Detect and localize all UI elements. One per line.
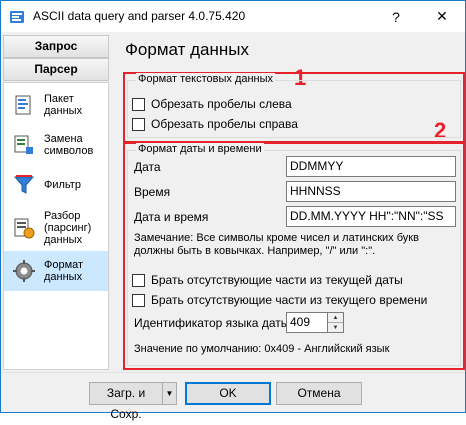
lang-id-label: Идентификатор языка даты [134,316,290,330]
package-icon [15,95,31,115]
group-title: Формат даты и времени [136,143,264,155]
text-format-group: Формат текстовых данных Обрезать пробелы… [127,73,461,138]
checkbox-box[interactable] [132,293,145,307]
gear-icon [13,260,35,282]
parse-icon [14,218,35,239]
date-format-input[interactable]: DDMMYY [286,156,456,177]
date-label: Дата [134,160,161,174]
page-title: Формат данных [125,40,249,59]
sidebar-item-label: Замена символов [44,133,94,157]
datetime-label: Дата и время [134,210,209,224]
sidebar-item-data-format[interactable]: Формат данных [4,251,108,291]
sidebar-item-filter[interactable]: Фильтр [4,165,108,205]
sidebar-item-label: Разбор (парсинг) данных [44,210,92,246]
checkbox-label: Брать отсутствующие части из текущего вр… [151,293,428,307]
sidebar: Запрос Парсер Пакет данных Замена символ… [1,32,113,372]
filter-icon [13,175,35,194]
spin-down-icon[interactable]: ▼ [328,323,343,333]
lang-id-spinner[interactable]: 409 ▲ ▼ [286,312,344,333]
trim-right-checkbox[interactable]: Обрезать пробелы справа [132,117,298,131]
title-bar[interactable]: ASCII data query and parser 4.0.75.420 ?… [1,1,465,32]
cancel-button[interactable]: Отмена [276,382,362,405]
ok-button[interactable]: OK [185,382,271,405]
trim-left-checkbox[interactable]: Обрезать пробелы слева [132,97,292,111]
checkbox-box[interactable] [132,117,145,131]
help-button[interactable]: ? [373,1,419,32]
main-window: ASCII data query and parser 4.0.75.420 ?… [0,0,466,421]
close-button[interactable]: ✕ [419,1,465,32]
lang-id-input[interactable]: 409 [286,312,328,333]
datetime-format-group: Формат даты и времени Дата DDMMYY Время … [127,143,461,366]
spinner-buttons: ▲ ▼ [328,312,344,333]
checkbox-label: Брать отсутствующие части из текущей дат… [151,273,403,287]
spin-up-icon[interactable]: ▲ [328,313,343,323]
checkbox-box[interactable] [132,97,145,111]
load-save-label: Загр. и Сохр. [106,386,146,421]
chevron-down-icon[interactable]: ▼ [162,383,176,404]
app-icon [10,11,24,23]
parser-nav-list: Пакет данных Замена символов Фильтр Разб… [3,82,109,370]
time-format-input[interactable]: HHNNSS [286,181,456,202]
sidebar-item-replace-chars[interactable]: Замена символов [4,125,108,165]
group-title: Формат текстовых данных [136,73,276,85]
time-label: Время [134,185,171,199]
sidebar-item-label: Формат данных [44,259,84,283]
replace-chars-icon [14,135,33,154]
sidebar-item-label: Пакет данных [44,93,83,117]
load-save-button[interactable]: Загр. и Сохр. ▼ [89,382,177,421]
checkbox-label: Обрезать пробелы слева [151,97,292,111]
sidebar-item-label: Фильтр [44,179,81,191]
datetime-format-input[interactable]: DD.MM.YYYY HH":"NN":"SS [286,206,456,227]
sidebar-item-data-packet[interactable]: Пакет данных [4,85,108,125]
checkbox-label: Обрезать пробелы справа [151,117,298,131]
sidebar-item-parse[interactable]: Разбор (парсинг) данных [4,205,108,251]
checkbox-box[interactable] [132,273,145,287]
missing-date-checkbox[interactable]: Брать отсутствующие части из текущей дат… [132,273,403,287]
window-title: ASCII data query and parser 4.0.75.420 [33,9,246,23]
data-format-panel: Формат данных 1 2 Формат текстовых данны… [115,32,465,372]
dialog-footer: Загр. и Сохр. ▼ OK Отмена [1,372,465,421]
tab-parser[interactable]: Парсер [3,58,109,81]
missing-time-checkbox[interactable]: Брать отсутствующие части из текущего вр… [132,293,427,307]
format-note: Замечание: Все символы кроме чисел и лат… [134,232,419,257]
tab-query[interactable]: Запрос [3,35,109,58]
default-value-note: Значение по умолчанию: 0x409 - Английски… [134,343,390,355]
